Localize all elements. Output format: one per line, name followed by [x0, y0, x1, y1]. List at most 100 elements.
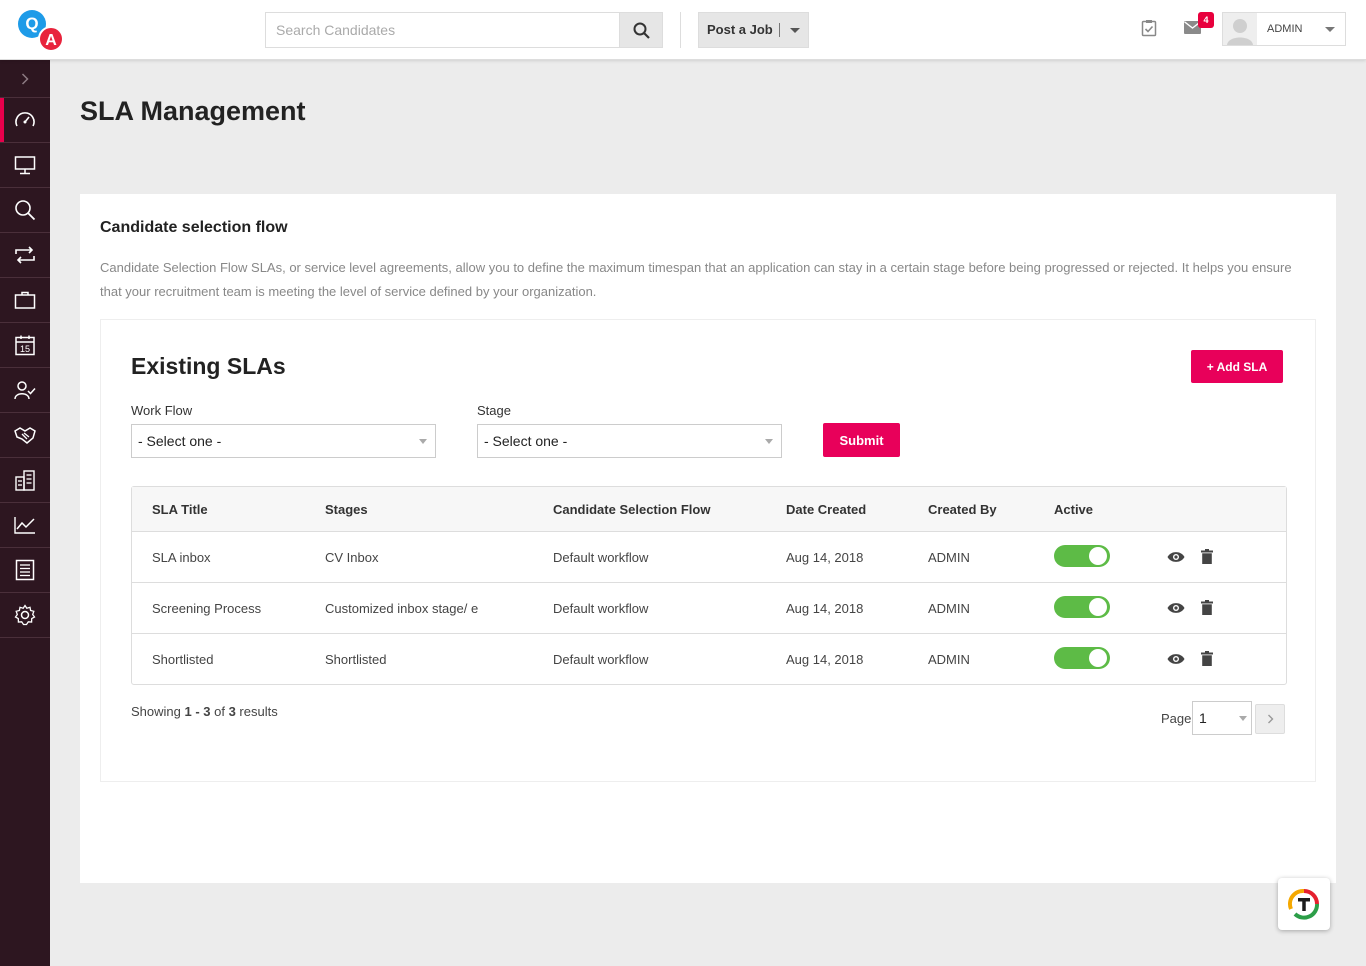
- workflow-select[interactable]: - Select one -: [131, 424, 436, 458]
- handshake-icon: [14, 427, 36, 444]
- mail-count-badge: 4: [1198, 12, 1214, 28]
- active-toggle[interactable]: [1054, 647, 1110, 669]
- showing-range: 1 - 3: [184, 704, 211, 719]
- sidebar-item-partners[interactable]: [0, 413, 50, 458]
- monitor-icon: [14, 156, 36, 175]
- chevron-right-icon: [21, 72, 29, 85]
- stage-label: Stage: [477, 403, 511, 418]
- stage-cell: CV Inbox: [325, 550, 379, 565]
- search-icon: [633, 22, 650, 39]
- app-logo[interactable]: Q A: [18, 10, 66, 54]
- eye-icon[interactable]: [1167, 602, 1185, 614]
- gear-icon: [14, 604, 36, 626]
- tasks-icon[interactable]: [1141, 19, 1157, 42]
- next-page-button[interactable]: [1255, 704, 1285, 734]
- workflow-select-value: - Select one -: [138, 433, 222, 449]
- stage-select-value: - Select one -: [484, 433, 568, 449]
- page-select[interactable]: 1: [1192, 701, 1252, 735]
- user-menu-caret-icon: [1325, 26, 1335, 32]
- sidebar-item-dashboard[interactable]: [0, 98, 50, 143]
- active-toggle[interactable]: [1054, 545, 1110, 567]
- sidebar-item-organization[interactable]: [0, 458, 50, 503]
- eye-icon[interactable]: [1167, 551, 1185, 563]
- post-job-button[interactable]: Post a Job: [698, 12, 809, 48]
- header-divider: [680, 12, 681, 48]
- briefcase-icon: [14, 291, 36, 309]
- submit-button[interactable]: Submit: [823, 423, 900, 457]
- user-check-icon: [14, 381, 36, 400]
- chevron-right-icon: [1267, 714, 1273, 724]
- sla-title-cell: Shortlisted: [152, 652, 214, 667]
- date-cell: Aug 14, 2018: [786, 652, 864, 667]
- toggle-knob: [1089, 598, 1107, 616]
- table-header: SLA Title Stages Candidate Selection Flo…: [132, 487, 1286, 532]
- search-input[interactable]: [266, 13, 620, 47]
- date-cell: Aug 14, 2018: [786, 601, 864, 616]
- document-list-icon: [15, 559, 35, 581]
- sla-table: SLA Title Stages Candidate Selection Flo…: [131, 486, 1287, 685]
- active-toggle[interactable]: [1054, 596, 1110, 618]
- date-cell: Aug 14, 2018: [786, 550, 864, 565]
- page-select-value: 1: [1199, 710, 1207, 726]
- column-header[interactable]: Stages: [325, 487, 368, 532]
- building-icon: [15, 470, 35, 491]
- showing-total: 3: [228, 704, 236, 719]
- help-widget-button[interactable]: [1278, 878, 1330, 930]
- chevron-down-icon: [765, 439, 773, 444]
- trash-icon[interactable]: [1201, 600, 1213, 615]
- sla-card: Candidate selection flow Candidate Selec…: [80, 194, 1336, 883]
- chart-line-icon: [14, 517, 35, 534]
- flow-cell: Default workflow: [553, 550, 649, 565]
- stage-select[interactable]: - Select one -: [477, 424, 782, 458]
- avatar: [1223, 13, 1257, 45]
- created-by-cell: ADMIN: [928, 550, 970, 565]
- trash-icon[interactable]: [1201, 549, 1213, 564]
- user-name: ADMIN: [1267, 23, 1303, 35]
- calendar-icon: 15: [15, 335, 35, 356]
- existing-slas-title: Existing SLAs: [131, 353, 286, 379]
- timer-logo-icon: [1288, 888, 1319, 920]
- trash-icon[interactable]: [1201, 651, 1213, 666]
- card-title: Candidate selection flow: [100, 219, 288, 236]
- top-bar: Q A Post a Job 4 ADMIN: [0, 0, 1366, 60]
- sla-title-cell: Screening Process: [152, 601, 262, 616]
- card-description: Candidate Selection Flow SLAs, or servic…: [100, 260, 1292, 299]
- post-job-caret-icon[interactable]: [789, 27, 800, 33]
- sidebar-item-settings[interactable]: [0, 593, 50, 638]
- sidebar-item-analytics[interactable]: [0, 503, 50, 548]
- flow-cell: Default workflow: [553, 601, 649, 616]
- created-by-cell: ADMIN: [928, 601, 970, 616]
- sidebar-item-jobs[interactable]: [0, 278, 50, 323]
- logo-a: A: [38, 26, 64, 52]
- user-menu[interactable]: ADMIN: [1222, 12, 1346, 46]
- add-sla-button[interactable]: + Add SLA: [1191, 350, 1283, 383]
- showing-suffix: results: [235, 704, 278, 719]
- column-header[interactable]: Created By: [928, 487, 997, 532]
- sidebar: 15: [0, 60, 50, 966]
- sidebar-item-candidates[interactable]: [0, 368, 50, 413]
- stage-cell: Shortlisted: [325, 652, 387, 667]
- showing-of: of: [210, 704, 229, 719]
- search-button[interactable]: [619, 13, 662, 47]
- sidebar-item-monitor[interactable]: [0, 143, 50, 188]
- existing-slas-panel: Existing SLAs + Add SLA Work Flow - Sele…: [100, 319, 1316, 782]
- sidebar-item-transfer[interactable]: [0, 233, 50, 278]
- column-header[interactable]: SLA Title: [152, 487, 208, 532]
- results-summary: Showing 1 - 3 of 3 results: [131, 704, 278, 719]
- sidebar-item-reports[interactable]: [0, 548, 50, 593]
- chevron-down-icon: [419, 439, 427, 444]
- sidebar-expand-button[interactable]: [0, 60, 50, 98]
- sla-title-cell: SLA inbox: [152, 550, 211, 565]
- sidebar-item-calendar[interactable]: 15: [0, 323, 50, 368]
- toggle-knob: [1089, 547, 1107, 565]
- column-header[interactable]: Candidate Selection Flow: [553, 487, 710, 532]
- table-row: Screening Process Customized inbox stage…: [132, 583, 1286, 634]
- svg-text:15: 15: [20, 344, 30, 354]
- transfer-icon: [15, 246, 35, 264]
- eye-icon[interactable]: [1167, 653, 1185, 665]
- search-icon: [15, 200, 36, 221]
- column-header[interactable]: Date Created: [786, 487, 866, 532]
- column-header[interactable]: Active: [1054, 487, 1093, 532]
- sidebar-item-search[interactable]: [0, 188, 50, 233]
- search-box: [265, 12, 663, 48]
